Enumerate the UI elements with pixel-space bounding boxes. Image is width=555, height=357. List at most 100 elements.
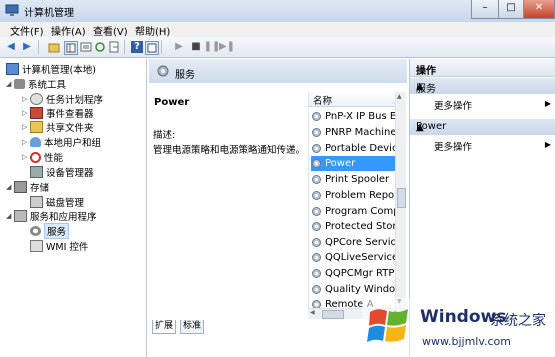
show-tree-icon[interactable] — [64, 41, 78, 55]
service-gear-icon — [312, 222, 321, 231]
tree-storage[interactable]: ◢ 存储 — [6, 180, 49, 194]
tab-extended[interactable]: 扩展 — [152, 320, 177, 334]
tree-disk-management[interactable]: 磁盘管理 — [30, 195, 84, 209]
actions-section-power[interactable]: Power ▲ — [410, 119, 555, 135]
service-row[interactable]: Portable Device — [311, 141, 395, 156]
tree-task-scheduler[interactable]: ▷ 任务计划程序 — [22, 92, 103, 106]
menu-bar: 文件(F) 操作(A) 查看(V) 帮助(H) — [0, 22, 555, 38]
service-row[interactable]: PnP-X IP Bus En — [311, 109, 395, 124]
scroll-left-icon[interactable]: ◀ — [310, 309, 315, 316]
disk-icon — [30, 196, 43, 208]
tree-wmi[interactable]: WMI 控件 — [30, 239, 88, 253]
maximize-button[interactable]: □ — [498, 0, 524, 19]
collapsed-arrow-icon[interactable]: ▷ — [22, 109, 30, 117]
menu-view[interactable]: 查看(V) — [93, 23, 128, 38]
tools-icon — [14, 79, 25, 89]
collapsed-arrow-icon[interactable]: ▷ — [22, 95, 30, 103]
actions-section-services[interactable]: 服务 ▲ — [410, 78, 555, 95]
service-gear-icon — [312, 269, 321, 278]
service-gear-icon — [312, 253, 321, 262]
service-row[interactable]: Quality Window — [311, 282, 395, 297]
service-gear-icon — [312, 128, 321, 137]
description-text: 管理电源策略和电源策略通知传递。 — [153, 145, 306, 156]
service-gear-icon — [312, 300, 321, 308]
tree-device-manager[interactable]: 设备管理器 — [30, 165, 94, 179]
service-row[interactable]: Print Spooler — [311, 172, 395, 187]
service-gear-icon — [312, 207, 321, 216]
restart-service-icon[interactable]: ▶❚ — [219, 41, 235, 53]
list-view-icon[interactable] — [80, 41, 92, 53]
scroll-up-icon[interactable]: ▲ — [397, 93, 402, 100]
tree-services-apps[interactable]: ◢ 服务和应用程序 — [6, 209, 97, 223]
properties-icon[interactable] — [145, 41, 159, 55]
menu-action[interactable]: 操作(A) — [51, 23, 86, 38]
service-gear-icon — [312, 112, 321, 121]
gear-icon — [157, 65, 169, 77]
tree-root[interactable]: 计算机管理(本地) — [6, 62, 96, 76]
scroll-thumb[interactable] — [322, 310, 344, 319]
watermark-url: www.bjjmlv.com — [422, 335, 511, 348]
tree-shared-folders[interactable]: ▷ 共享文件夹 — [22, 120, 94, 134]
menu-file[interactable]: 文件(F) — [10, 23, 44, 38]
tree-local-users[interactable]: ▷ 本地用户和组 — [22, 135, 101, 149]
device-manager-icon — [30, 166, 43, 178]
service-gear-icon — [312, 285, 321, 294]
expanded-arrow-icon[interactable]: ◢ — [6, 80, 14, 88]
minimize-button[interactable]: – — [471, 0, 499, 19]
collapsed-arrow-icon[interactable]: ▷ — [22, 123, 30, 131]
forward-arrow-icon[interactable]: ▶ — [21, 41, 33, 53]
export-list-icon[interactable] — [108, 41, 120, 53]
tree-performance[interactable]: ▷ 性能 — [22, 150, 63, 164]
stop-service-icon[interactable]: ■ — [190, 41, 202, 53]
menu-help[interactable]: 帮助(H) — [135, 23, 170, 38]
more-actions-link[interactable]: 更多操作 — [434, 139, 472, 153]
wmi-icon — [30, 240, 43, 252]
service-row-selected[interactable]: Power — [311, 156, 395, 171]
collapsed-arrow-icon[interactable]: ▷ — [22, 153, 30, 161]
services-list: 名称 ^ PnP-X IP Bus En PNRP Machine Portab… — [308, 92, 395, 308]
service-row[interactable]: Problem Repor — [311, 188, 395, 203]
close-button[interactable]: ✕ — [523, 0, 555, 19]
gear-icon — [30, 226, 41, 236]
toolbar-divider — [38, 40, 39, 54]
tree-system-tools[interactable]: ◢ 系统工具 — [6, 77, 66, 91]
vertical-scrollbar[interactable]: ▲ ▼ — [395, 92, 406, 308]
collapse-arrow-icon[interactable]: ▲ — [416, 81, 551, 92]
users-icon — [30, 137, 41, 147]
service-row[interactable]: QQPCMgr RTP — [311, 266, 395, 281]
tree-event-viewer[interactable]: ▷ 事件查看器 — [22, 106, 94, 120]
collapsed-arrow-icon[interactable]: ▷ — [22, 138, 30, 146]
toolbar-divider — [124, 40, 125, 54]
watermark: Windows 系统之家 www.bjjmlv.com — [362, 298, 555, 357]
window-title: 计算机管理 — [24, 8, 74, 19]
service-row[interactable]: QQLiveService — [311, 250, 395, 265]
shared-folder-icon — [30, 121, 43, 133]
service-row[interactable]: QPCore Service — [311, 235, 395, 250]
expanded-arrow-icon[interactable]: ◢ — [6, 212, 14, 220]
computer-management-icon — [5, 4, 19, 16]
refresh-icon[interactable] — [94, 41, 106, 53]
watermark-suffix: 系统之家 — [490, 313, 546, 329]
tree-services[interactable]: 服务 — [30, 223, 70, 239]
scroll-thumb[interactable] — [397, 188, 406, 208]
storage-icon — [14, 181, 27, 193]
pause-service-icon[interactable]: ❚❚ — [204, 41, 221, 53]
service-gear-icon — [312, 238, 321, 247]
service-row[interactable]: PNRP Machine — [311, 125, 395, 140]
tab-standard[interactable]: 标准 — [180, 320, 205, 334]
start-service-icon[interactable]: ▶ — [173, 41, 185, 53]
back-arrow-icon[interactable]: ◀ — [5, 41, 17, 53]
console-tree: 计算机管理(本地) ◢ 系统工具 ▷ 任务计划程序 ▷ 事件查看器 ▷ 共享文件… — [2, 59, 147, 357]
more-actions-link[interactable]: 更多操作 — [434, 98, 472, 112]
expanded-arrow-icon[interactable]: ◢ — [6, 183, 14, 191]
up-folder-icon[interactable] — [48, 41, 60, 53]
no-entry-icon — [30, 151, 41, 163]
column-header-name[interactable]: 名称 ^ — [309, 92, 395, 107]
pane-header: 服务 — [149, 59, 407, 83]
collapse-arrow-icon[interactable]: ▲ — [416, 122, 551, 133]
service-gear-icon — [312, 144, 321, 153]
selected-service-name: Power — [154, 97, 190, 108]
service-row[interactable]: Program Comp — [311, 204, 395, 219]
help-icon[interactable]: ? — [131, 41, 143, 53]
service-row[interactable]: Protected Stora — [311, 219, 395, 234]
